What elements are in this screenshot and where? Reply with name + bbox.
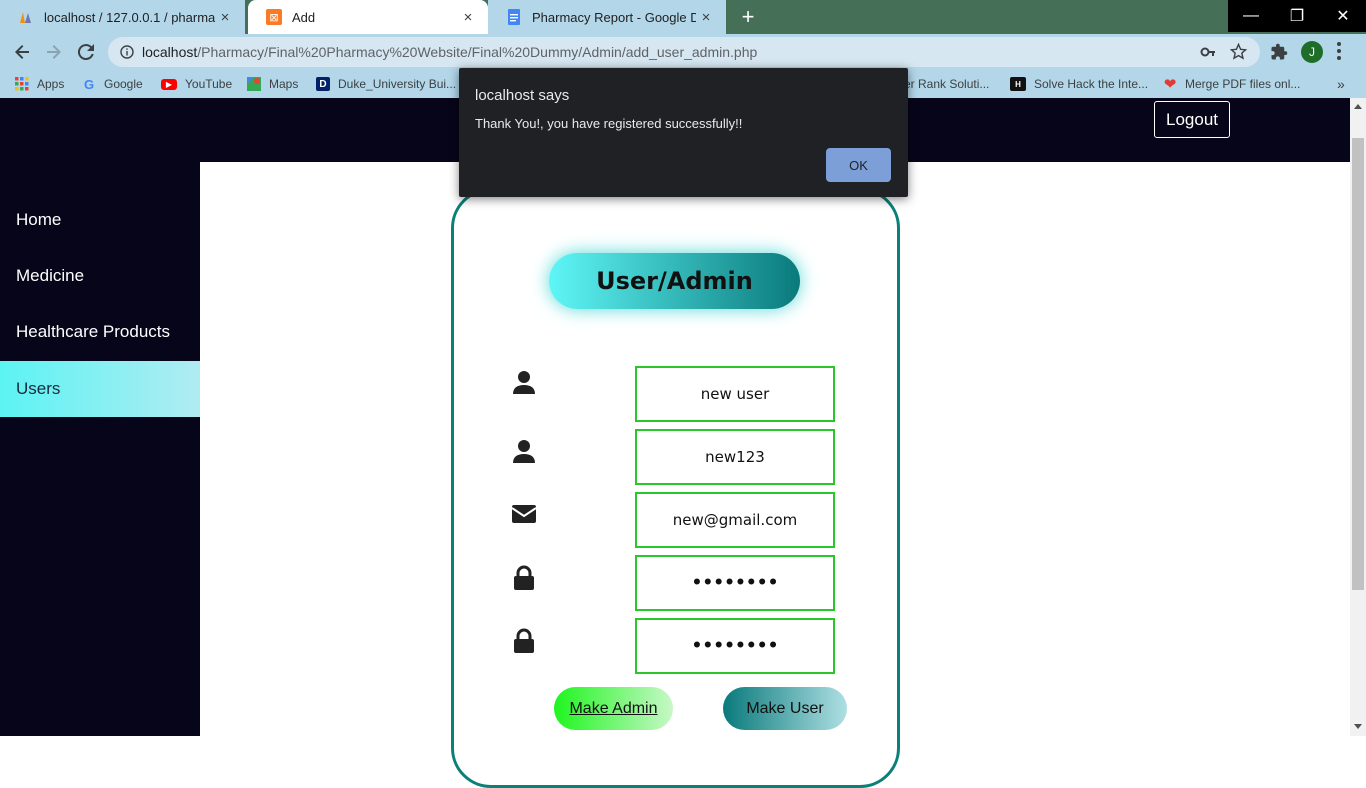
bookmarks-overflow-button[interactable]: » (1337, 70, 1345, 98)
new-tab-button[interactable]: + (734, 4, 762, 30)
bookmark-label: Solve Hack the Inte... (1034, 77, 1149, 91)
sidebar: Home Medicine Healthcare Products Users (0, 162, 200, 736)
bookmark-hackerrank-solutions[interactable]: er Rank Soluti... (904, 70, 989, 98)
form-title: User/Admin (549, 253, 800, 309)
sidebar-item-home[interactable]: Home (0, 192, 200, 248)
tab-add[interactable]: ⊠ Add × (248, 0, 488, 34)
apps-grid-icon (15, 77, 29, 91)
bookmark-label: Merge PDF files onl... (1185, 77, 1301, 91)
bookmark-hack-the-interview[interactable]: H Solve Hack the Inte... (1010, 70, 1148, 98)
email-field[interactable]: new@gmail.com (635, 492, 835, 548)
reload-icon (78, 44, 94, 60)
url-path: /Pharmacy/Final%20Pharmacy%20Website/Fin… (197, 44, 758, 60)
scrollbar-thumb[interactable] (1352, 138, 1364, 590)
restore-button[interactable]: ❐ (1274, 0, 1320, 32)
sidebar-item-users[interactable]: Users (0, 361, 200, 417)
forward-arrow-icon (47, 45, 61, 59)
tab-close-icon[interactable]: × (458, 9, 478, 26)
heart-icon: ❤ (1163, 76, 1177, 93)
browser-toolbar: localhost/Pharmacy/Final%20Pharmacy%20We… (0, 34, 1366, 70)
bookmark-label: YouTube (185, 77, 233, 91)
make-admin-button[interactable]: Make Admin (554, 687, 673, 730)
lock-icon (514, 565, 534, 590)
xampp-icon: ⊠ (266, 9, 282, 25)
confirm-password-field[interactable]: •••••••• (635, 618, 835, 674)
bookmark-duke[interactable]: D Duke_University Bui... (316, 70, 456, 98)
user-id-field[interactable]: new123 (635, 429, 835, 485)
tab-strip: localhost / 127.0.0.1 / pharmacy / × ⊠ A… (0, 0, 1366, 34)
close-window-button[interactable]: ✕ (1320, 0, 1366, 32)
password-field[interactable]: •••••••• (635, 555, 835, 611)
make-user-button[interactable]: Make User (723, 687, 847, 730)
tab-google-docs[interactable]: Pharmacy Report - Google Docs × (488, 0, 726, 34)
tab-title: Add (292, 9, 316, 25)
minimize-button[interactable]: — (1228, 0, 1274, 32)
bookmark-label: er Rank Soluti... (904, 77, 990, 91)
dialog-message: Thank You!, you have registered successf… (475, 116, 743, 131)
bookmark-label: Maps (269, 77, 299, 91)
hackerrank-icon: H (1010, 77, 1026, 91)
lock-icon (514, 628, 534, 653)
back-arrow-icon (15, 45, 29, 59)
google-icon: G (83, 76, 95, 92)
bookmark-google[interactable]: G Google (82, 70, 143, 98)
envelope-icon (511, 505, 537, 523)
logout-button[interactable]: Logout (1154, 101, 1230, 138)
page-scrollbar[interactable] (1350, 98, 1366, 736)
user-icon (513, 371, 535, 394)
ok-button[interactable]: OK (826, 148, 891, 182)
menu-kebab-icon[interactable] (1337, 42, 1341, 60)
reload-button[interactable] (74, 40, 98, 64)
bookmark-label: Apps (37, 77, 65, 91)
scroll-down-arrow-icon[interactable] (1354, 724, 1362, 729)
bookmark-star-icon[interactable] (1229, 42, 1248, 65)
tab-title: localhost / 127.0.0.1 / pharmacy / (44, 9, 215, 25)
forward-button[interactable] (42, 40, 66, 64)
bookmark-youtube[interactable]: ▶ YouTube (161, 70, 232, 98)
tab-phpmyadmin[interactable]: localhost / 127.0.0.1 / pharmacy / × (0, 0, 245, 34)
bookmark-label: Duke_University Bui... (338, 77, 457, 91)
extensions-puzzle-icon[interactable] (1270, 43, 1288, 66)
back-button[interactable] (10, 40, 34, 64)
duke-icon: D (316, 77, 330, 91)
tab-close-icon[interactable]: × (215, 9, 235, 26)
username-field[interactable]: new user (635, 366, 835, 422)
info-icon[interactable] (120, 45, 134, 59)
youtube-icon: ▶ (161, 78, 177, 90)
dialog-title: localhost says (475, 87, 570, 104)
phpmyadmin-icon (18, 9, 34, 25)
maps-icon (247, 77, 261, 91)
url-host: localhost (142, 44, 198, 60)
bookmark-apps[interactable]: Apps (15, 70, 64, 98)
google-docs-icon (506, 9, 522, 25)
profile-avatar[interactable]: J (1301, 41, 1323, 63)
sidebar-item-medicine[interactable]: Medicine (0, 248, 200, 304)
key-icon[interactable] (1200, 44, 1216, 65)
alert-dialog: localhost says Thank You!, you have regi… (459, 68, 908, 197)
url-text: localhost/Pharmacy/Final%20Pharmacy%20We… (142, 44, 757, 60)
bookmark-merge-pdf[interactable]: ❤ Merge PDF files onl... (1163, 70, 1301, 98)
bookmark-label: Google (104, 77, 143, 91)
tab-title: Pharmacy Report - Google Docs (532, 9, 696, 25)
user-icon (513, 440, 535, 463)
scroll-up-arrow-icon[interactable] (1354, 104, 1362, 109)
tab-close-icon[interactable]: × (696, 9, 716, 26)
sidebar-item-healthcare-products[interactable]: Healthcare Products (0, 304, 200, 360)
address-bar[interactable]: localhost/Pharmacy/Final%20Pharmacy%20We… (108, 37, 1260, 67)
bookmark-maps[interactable]: Maps (247, 70, 298, 98)
